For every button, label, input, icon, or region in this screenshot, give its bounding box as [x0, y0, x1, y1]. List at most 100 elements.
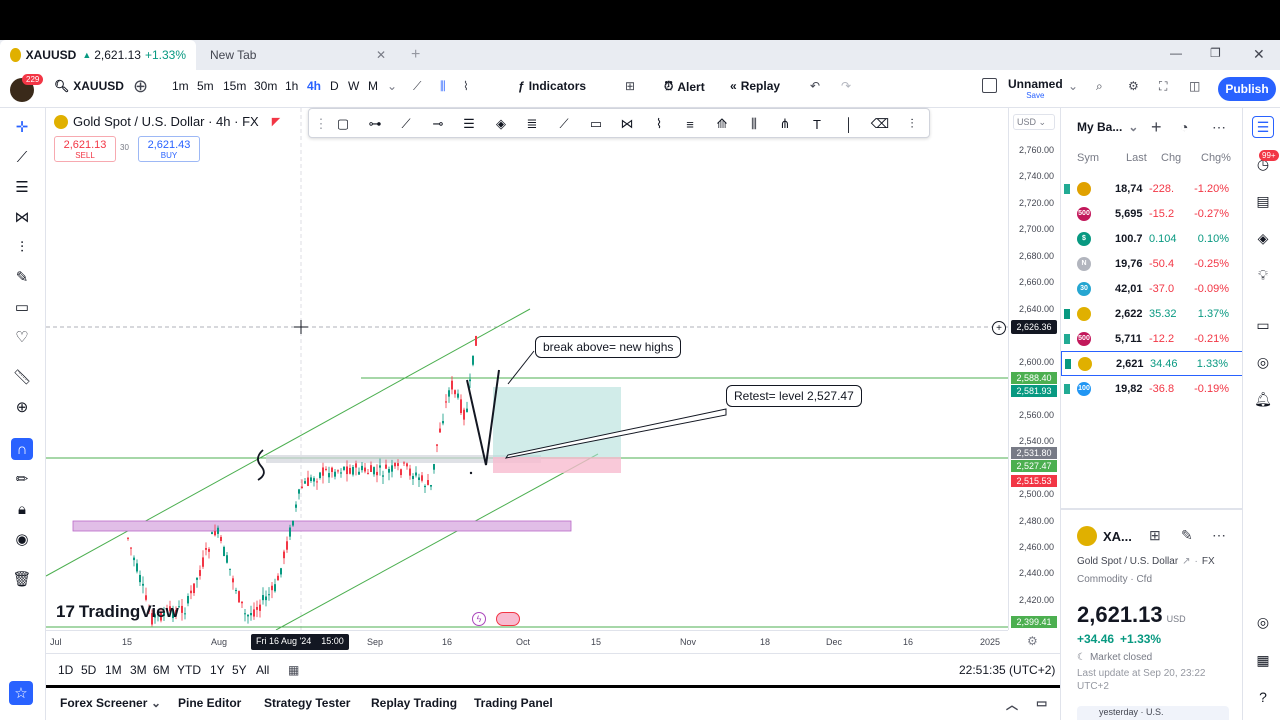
chart-pane[interactable]: Gold Spot / U.S. Dollar · 4h · FX ◤ 2,62… [46, 108, 1060, 653]
tab-pine-editor[interactable]: Pine Editor [178, 696, 241, 710]
layouts-icon[interactable]: ⊞ [625, 79, 635, 93]
details-name[interactable]: Gold Spot / U.S. Dollar [1077, 556, 1178, 567]
watchlist-row[interactable]: 100 19,82 -36.8 -0.19% [1061, 376, 1243, 401]
watchlist-row[interactable]: N 19,76 -50.4 -0.25% [1061, 251, 1243, 276]
close-window-icon[interactable]: ✕ [1253, 46, 1265, 63]
details-symbol[interactable]: XA... [1103, 529, 1132, 544]
magnet-icon[interactable]: ∩ [11, 438, 33, 460]
symbol-search[interactable]: 🔍︎ XAUUSD [54, 79, 124, 93]
tab-trading-panel[interactable]: Trading Panel [474, 696, 553, 710]
range-all[interactable]: All [256, 663, 269, 677]
horizontal-ray-icon[interactable]: ⊸ [428, 114, 448, 134]
fib-icon[interactable]: ☰ [11, 176, 33, 198]
range-5d[interactable]: 5D [81, 663, 96, 677]
range-ytd[interactable]: YTD [177, 663, 201, 677]
news-item[interactable]: yesterday · U.S. [1077, 706, 1229, 720]
calendar-icon[interactable]: ▦ [288, 663, 299, 677]
wave-icon[interactable]: ⌇ [649, 114, 669, 134]
ruler-icon[interactable]: 📏︎ [11, 366, 33, 388]
comment-icon[interactable]: ▭ [586, 114, 606, 134]
diamond-icon[interactable]: ◈ [491, 114, 511, 134]
more-icon[interactable]: ⋯ [1212, 527, 1226, 544]
maximize-panel-icon[interactable]: ▭ [1036, 696, 1047, 710]
target-icon[interactable]: ◎ [1252, 611, 1274, 633]
layers-icon[interactable]: ◈ [1252, 227, 1274, 249]
replay-button[interactable]: « Replay [730, 79, 780, 93]
ray-icon[interactable]: ⊶ [365, 114, 385, 134]
undo-icon[interactable]: ↶ [810, 79, 820, 93]
fib-channel-icon[interactable]: ≣ [522, 114, 542, 134]
tab-forex-screener[interactable]: Forex Screener [60, 696, 147, 710]
settings-sliders-icon[interactable]: ⫶ [902, 114, 922, 134]
interval-m[interactable]: M [368, 79, 378, 93]
minimize-icon[interactable]: — [1170, 46, 1182, 60]
parallel-channel-icon[interactable]: ☰ [459, 114, 479, 134]
edit-icon[interactable]: ✎ [1181, 527, 1193, 544]
range-6m[interactable]: 6M [153, 663, 170, 677]
us-flag-icon[interactable] [496, 612, 520, 626]
tab-new[interactable]: New Tab ✕ [200, 40, 400, 70]
close-icon[interactable]: ✕ [376, 48, 386, 62]
interval-30m[interactable]: 30m [254, 79, 277, 93]
axis-settings-icon[interactable]: ⚙︎ [1027, 634, 1038, 648]
line-chart-icon[interactable]: ⟋ [413, 79, 421, 94]
redo-icon[interactable]: ↷ [841, 79, 851, 93]
add-tab-icon[interactable]: + [411, 46, 420, 64]
layout-name[interactable]: Unnamed Save [1008, 77, 1063, 100]
range-3m[interactable]: 3M [130, 663, 147, 677]
brush-icon[interactable]: ⟋ [554, 114, 574, 134]
bars-pattern-icon[interactable]: ⫼ [744, 114, 764, 134]
trend-line-icon[interactable]: ⟋ [396, 114, 416, 134]
add-symbol-icon[interactable]: + [1151, 117, 1162, 138]
vertical-line-icon[interactable]: │ [839, 114, 859, 134]
brush-icon[interactable]: ✎ [11, 266, 33, 288]
crosshair-plus-icon[interactable]: + [992, 321, 1006, 335]
interval-1h[interactable]: 1h [285, 79, 298, 93]
chart-canvas[interactable] [46, 108, 1008, 630]
rectangle-icon[interactable]: ▢ [333, 114, 353, 134]
quick-search-icon[interactable]: ⌕ [1096, 79, 1103, 94]
chevron-down-icon[interactable]: ⌄ [151, 696, 161, 710]
candles-icon[interactable]: ⫼ [440, 79, 446, 94]
range-5y[interactable]: 5Y [232, 663, 247, 677]
lock-icon[interactable]: 🔒︎ [11, 498, 33, 520]
interval-1m[interactable]: 1m [172, 79, 189, 93]
watchlist-row[interactable]: 500 5,695 -15.2 -0.27% [1061, 201, 1243, 226]
watchlist-row[interactable]: 18,74 -228. -1.20% [1061, 176, 1243, 201]
flag-icon[interactable]: ◤ [272, 115, 280, 128]
clock-display[interactable]: 22:51:35 (UTC+2) [959, 663, 1055, 677]
maximize-icon[interactable]: ❐ [1210, 46, 1221, 60]
watchlist-row[interactable]: 30 42,01 -37.0 -0.09% [1061, 276, 1243, 301]
pattern-icon[interactable]: ⋈ [11, 206, 33, 228]
interval-4h[interactable]: 4h [307, 79, 321, 93]
currency-select[interactable]: USD ⌄ [1013, 114, 1055, 130]
chat-icon[interactable]: ▭ [1252, 314, 1274, 336]
interval-15m[interactable]: 15m [223, 79, 246, 93]
watchlist-icon[interactable]: ☰ [1252, 116, 1274, 138]
external-link-icon[interactable]: ↗ [1182, 556, 1190, 567]
pattern-icon[interactable]: ⋈ [617, 114, 637, 134]
watchlist-title[interactable]: My Ba... ⌄ [1077, 120, 1138, 134]
callout-break-above[interactable]: break above= new highs [535, 336, 682, 358]
heart-icon[interactable]: ♡ [11, 326, 33, 348]
gann-icon[interactable]: ⋔ [775, 114, 795, 134]
fullscreen-icon[interactable]: ⛶ [1159, 79, 1167, 94]
crosshair-icon[interactable]: ✛ [11, 116, 33, 138]
event-icon[interactable]: ϟ [472, 612, 486, 626]
watchlist-row[interactable]: 2,621 34.46 1.33% [1061, 351, 1243, 376]
more-icon[interactable]: ⋯ [1212, 119, 1226, 136]
watchlist-row[interactable]: 2,622 35.32 1.37% [1061, 301, 1243, 326]
chart-type-icon[interactable]: ⌇ [463, 79, 469, 93]
fib-retracement-icon[interactable]: ≡ [680, 114, 700, 134]
callout-retest[interactable]: Retest= level 2,527.47 [726, 385, 862, 407]
star-icon[interactable]: ☆ [9, 681, 33, 705]
range-1m[interactable]: 1M [105, 663, 122, 677]
chevron-down-icon[interactable]: ⌄ [1068, 79, 1078, 93]
time-axis[interactable]: Jul 15 Aug Fri 16 Aug '24 15:00 Sep 16 O… [46, 630, 1008, 653]
gear-icon[interactable]: ⚙︎ [1128, 79, 1139, 93]
news-icon[interactable]: ▤ [1252, 190, 1274, 212]
text-icon[interactable]: T [807, 114, 827, 134]
help-icon[interactable]: ? [1252, 686, 1274, 708]
drag-handle-icon[interactable]: ⋮ [311, 114, 331, 134]
trash-icon[interactable]: 🗑︎ [11, 568, 33, 590]
